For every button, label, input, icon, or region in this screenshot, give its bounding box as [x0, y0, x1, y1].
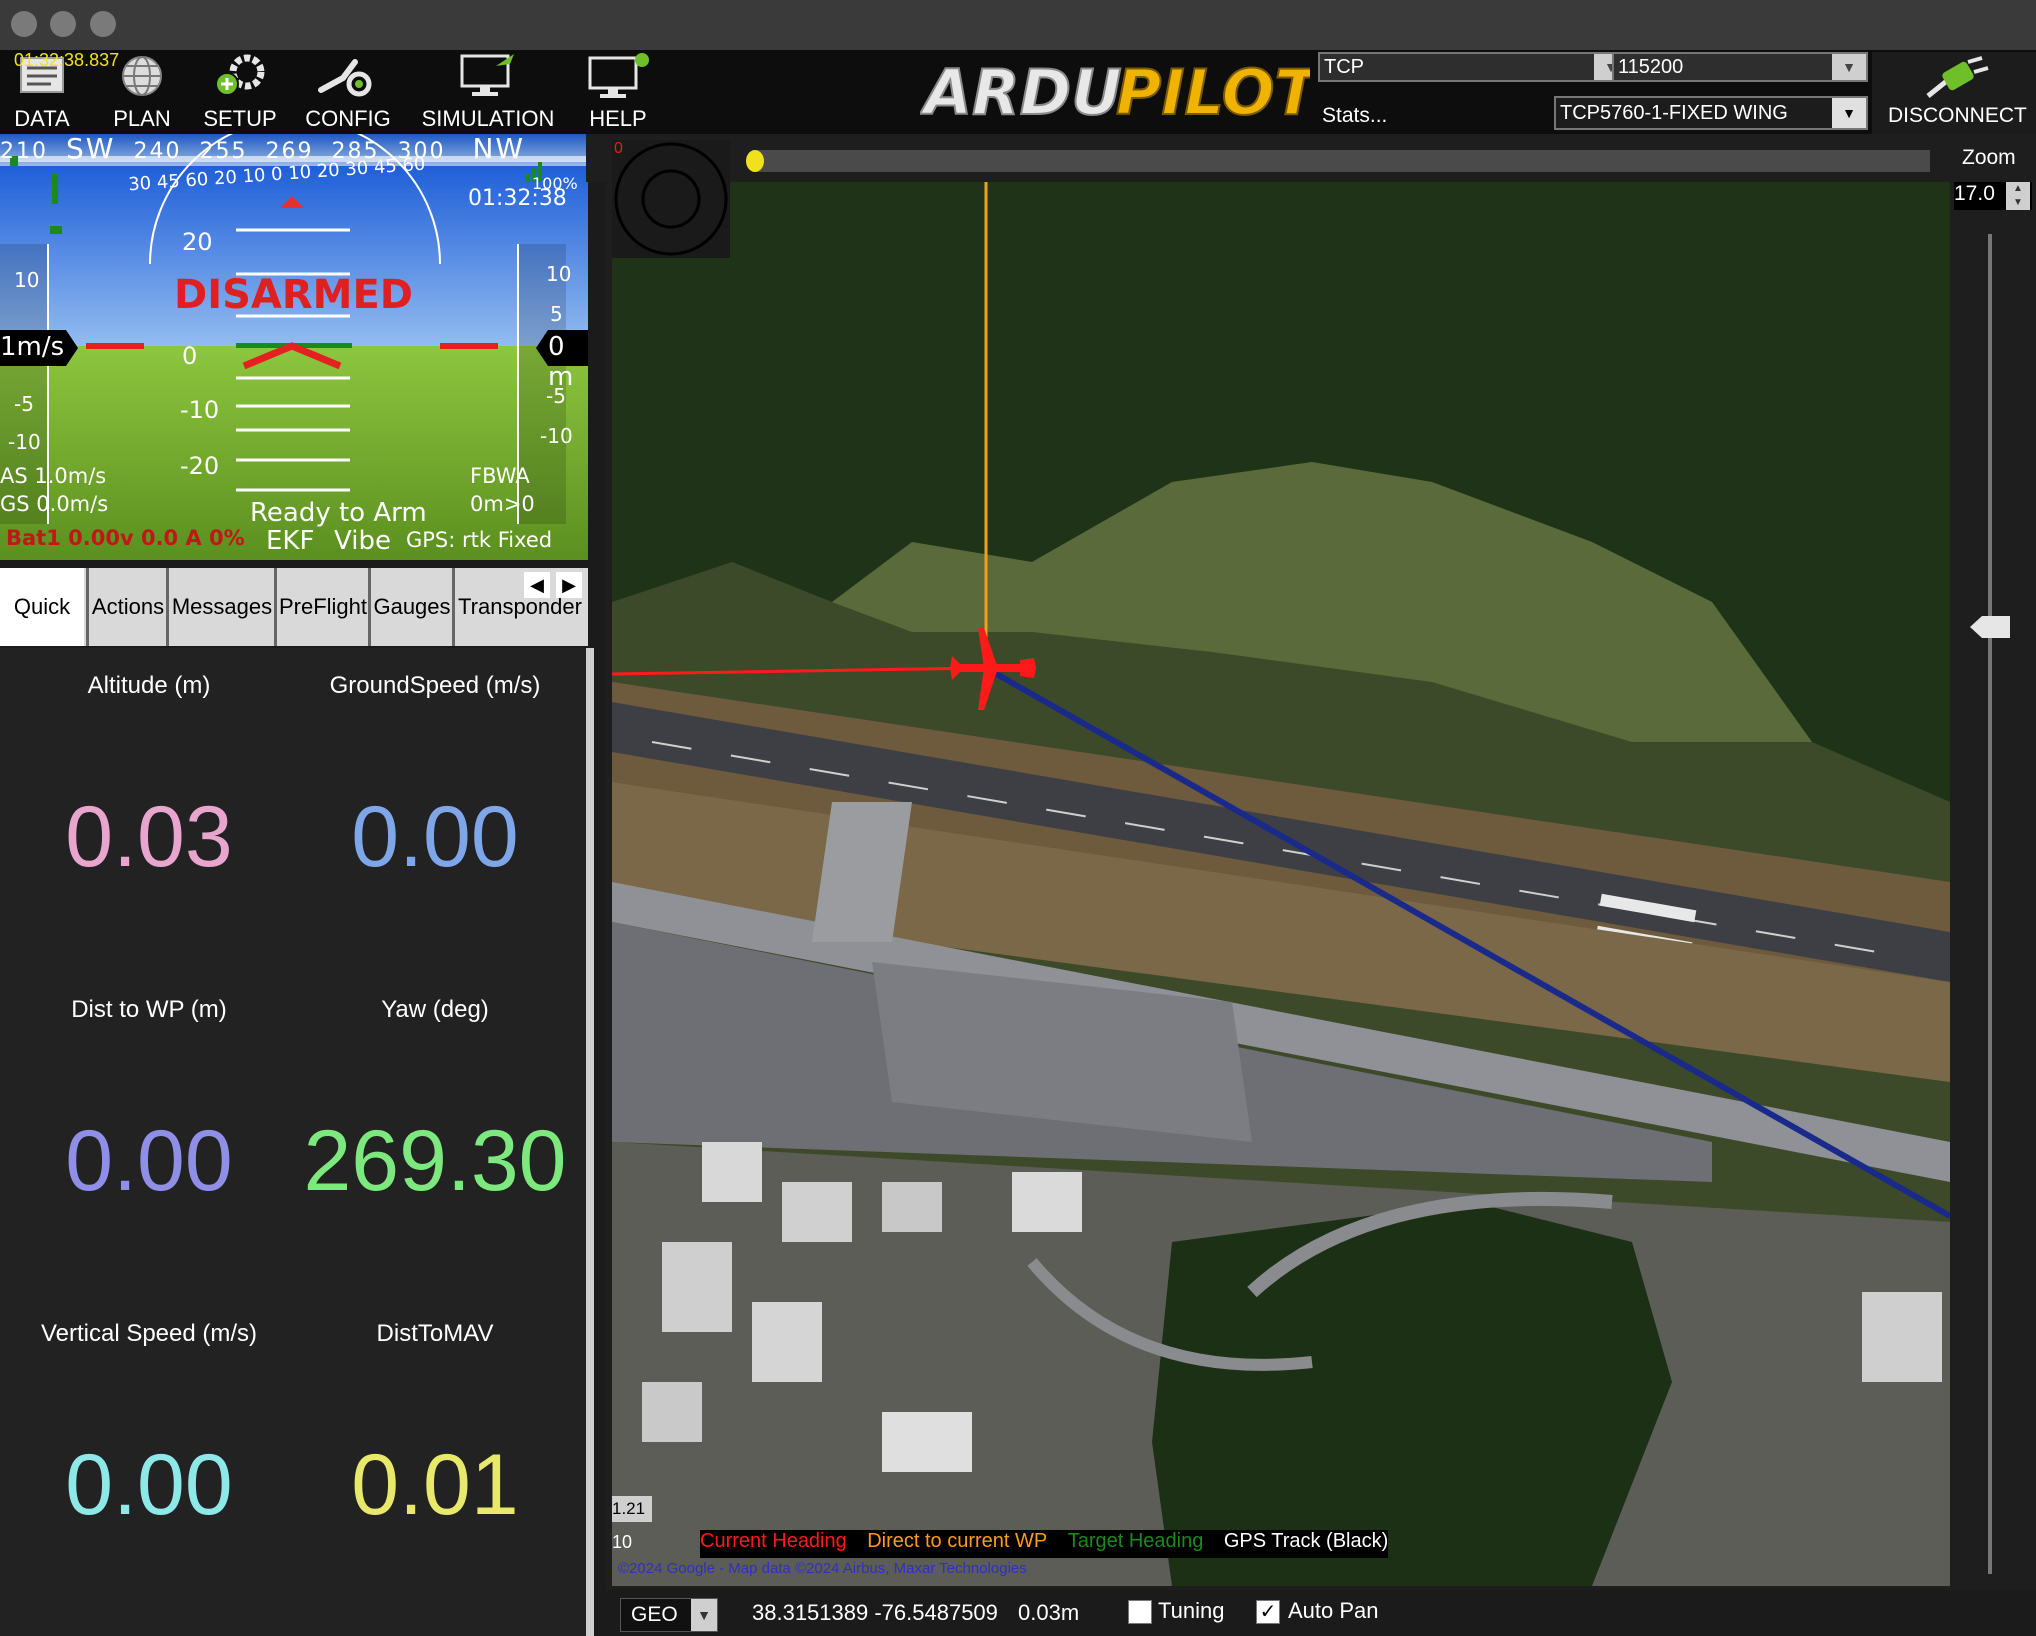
quick-label-dist-to-mav: DistToMAV: [376, 1320, 494, 1347]
zoom-label: Zoom: [1962, 146, 2016, 169]
flight-mode: FBWA: [470, 464, 530, 488]
map-status-bar: GEO ▼ 38.3151389 -76.5487509 0.03m Tunin…: [606, 1590, 2036, 1636]
config-icon: [318, 59, 372, 97]
map-legend: Current Heading Direct to current WP Tar…: [700, 1530, 1389, 1558]
tab-scroll-right-icon[interactable]: ▶: [556, 572, 582, 598]
link-quality: 100%: [532, 174, 578, 193]
zoom-slider-thumb[interactable]: [1970, 616, 2010, 638]
simulation-icon: [460, 54, 514, 96]
speed-readout: 1m/s: [0, 332, 65, 362]
quick-label-yaw: Yaw (deg): [381, 996, 489, 1023]
quick-value-vertical-speed[interactable]: 0.00: [4, 1436, 294, 1535]
ready-to-arm-text: Ready to Arm: [250, 498, 427, 528]
link-select[interactable]: TCP5760-1-FIXED WING ▼: [1554, 96, 1868, 130]
zoom-spinbox[interactable]: 17.0 ▲ ▼: [1954, 182, 2032, 210]
clock-readout: 01:32:38.837: [14, 50, 120, 70]
globe-icon: [122, 56, 162, 96]
satellite-imagery: [612, 182, 1950, 1586]
map-copyright: ©2024 Google - Map data ©2024 Airbus, Ma…: [618, 1560, 1027, 1577]
tuning-checkbox[interactable]: [1128, 1600, 1152, 1624]
quick-value-yaw[interactable]: 269.30: [290, 1112, 580, 1211]
quick-label-groundspeed: GroundSpeed (m/s): [329, 672, 541, 699]
setup-gear-icon: [215, 54, 265, 96]
chevron-down-icon: ▼: [1832, 98, 1866, 128]
quick-label-vertical-speed: Vertical Speed (m/s): [40, 1320, 258, 1347]
tab-actions[interactable]: Actions: [86, 568, 167, 646]
cursor-altitude: 0.03m: [1018, 1600, 1080, 1625]
window-title-bar: [0, 0, 2036, 50]
connection-type-select[interactable]: TCP ▼: [1318, 52, 1630, 82]
zoom-panel: Zoom 17.0 ▲ ▼: [1950, 134, 2036, 1590]
quick-label-altitude: Altitude (m): [87, 672, 211, 699]
vibe-indicator[interactable]: Vibe: [334, 526, 391, 556]
maximize-window-button[interactable]: [90, 11, 116, 37]
quick-value-groundspeed[interactable]: 0.00: [290, 788, 580, 887]
cursor-coordinates: 38.3151389 -76.5487509: [752, 1600, 998, 1625]
plug-icon: [1926, 56, 1989, 98]
heading-tape: 210 SW 240 255 269 285 300 NW: [0, 134, 526, 165]
quick-label-dist-to-wp: Dist to WP (m): [71, 996, 227, 1023]
airspeed-readout: AS 1.0m/s: [0, 464, 107, 488]
autopan-checkbox[interactable]: ✓: [1256, 1600, 1280, 1624]
compass-rose: [612, 140, 730, 258]
tab-scroll-left-icon[interactable]: ◀: [524, 572, 550, 598]
svg-text:PILOT: PILOT: [1116, 56, 1310, 126]
tab-bar: Quick Actions Messages PreFlight Gauges …: [0, 568, 588, 646]
autopan-label: Auto Pan: [1288, 1598, 1379, 1623]
waypoint-distance: 0m>0: [470, 492, 535, 516]
stats-link[interactable]: Stats...: [1322, 104, 1387, 128]
baud-rate-select[interactable]: 115200 ▼: [1612, 52, 1868, 82]
altitude-readout: 0 m: [548, 332, 574, 392]
scale-bar-bottom: 10: [612, 1532, 633, 1552]
satellite-map[interactable]: [612, 182, 1950, 1586]
tab-preflight[interactable]: PreFlight: [274, 568, 369, 646]
playback-slider-thumb[interactable]: [746, 150, 764, 172]
tuning-label: Tuning: [1158, 1598, 1225, 1623]
minimize-window-button[interactable]: [50, 11, 76, 37]
quick-value-dist-to-wp[interactable]: 0.00: [4, 1112, 294, 1211]
menu-config[interactable]: CONFIG: [300, 50, 396, 134]
spinner-icon[interactable]: ▲ ▼: [2006, 182, 2030, 210]
gps-status: GPS: rtk Fixed: [406, 528, 553, 552]
menu-simulation[interactable]: SIMULATION: [416, 50, 560, 134]
menu-help[interactable]: HELP: [576, 50, 660, 134]
ardupilot-logo: ARDU PILOT: [920, 56, 1310, 126]
scale-bar-top: 1.21: [612, 1496, 652, 1522]
hud-panel: 210 SW 240 255 269 285 300 NW 30 45 60 2…: [0, 134, 588, 560]
compass-icon: [614, 142, 728, 256]
help-icon: [588, 53, 649, 98]
menu-setup[interactable]: SETUP: [198, 50, 282, 134]
chevron-down-icon: ▼: [1832, 54, 1866, 80]
disconnect-button[interactable]: DISCONNECT: [1872, 52, 2036, 134]
arm-status-banner: DISARMED: [174, 272, 413, 318]
ekf-indicator[interactable]: EKF: [266, 526, 314, 556]
tab-quick[interactable]: Quick: [0, 568, 84, 646]
groundspeed-readout: GS 0.0m/s: [0, 492, 109, 516]
tab-gauges[interactable]: Gauges: [368, 568, 453, 646]
zoom-slider-track[interactable]: [1988, 234, 1992, 1574]
quick-value-dist-to-mav[interactable]: 0.01: [290, 1436, 580, 1535]
battery-readout: Bat1 0.00v 0.0 A 0%: [6, 526, 245, 550]
tab-messages[interactable]: Messages: [166, 568, 275, 646]
svg-text:ARDU: ARDU: [920, 56, 1122, 126]
playback-track[interactable]: [752, 150, 1930, 172]
close-window-button[interactable]: [11, 11, 37, 37]
quick-value-altitude[interactable]: 0.03: [4, 788, 294, 887]
quick-panel: Altitude (m) 0.03 GroundSpeed (m/s) 0.00…: [0, 648, 586, 1636]
chevron-down-icon: ▼: [691, 1599, 717, 1631]
panel-splitter[interactable]: [586, 648, 594, 1636]
coord-system-select[interactable]: GEO ▼: [620, 1598, 718, 1632]
